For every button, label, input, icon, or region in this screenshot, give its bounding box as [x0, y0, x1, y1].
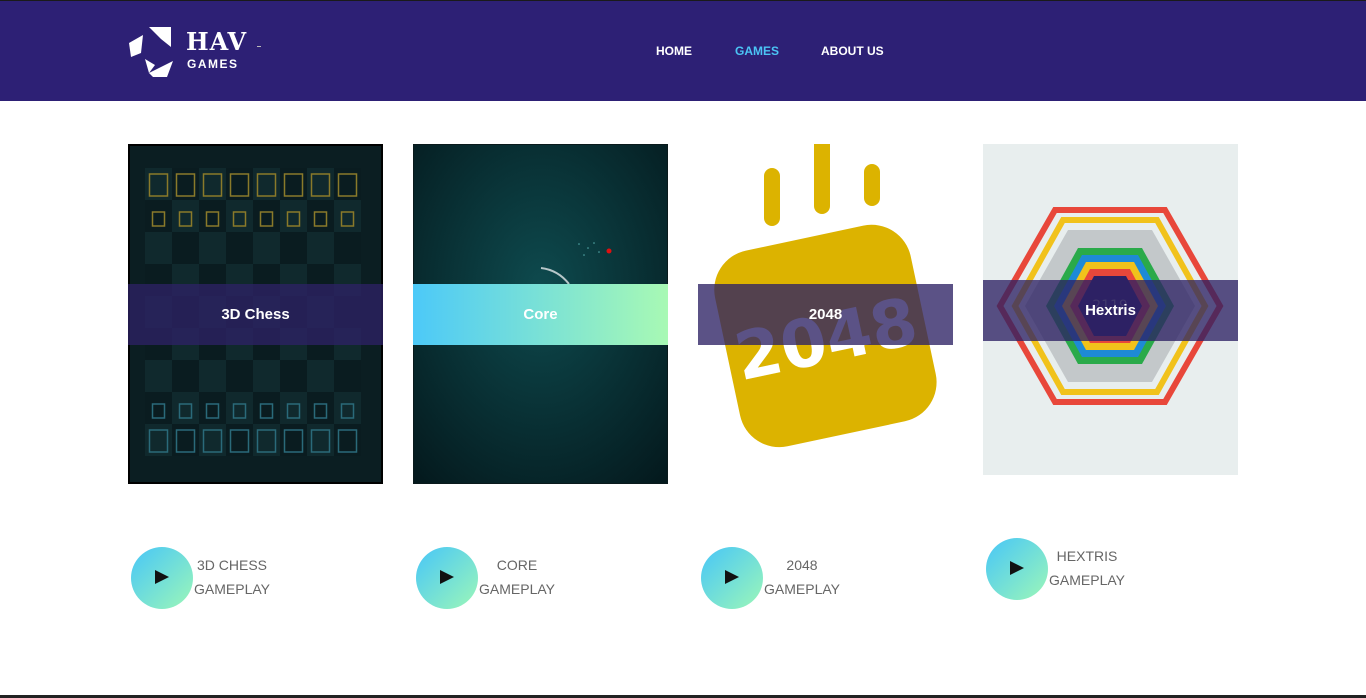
gameplay-title[interactable]: 3D CHESS: [187, 557, 277, 573]
chess-square: [145, 360, 172, 392]
chess-square: [253, 360, 280, 392]
game-card-label: Core: [413, 284, 668, 345]
chess-square: [307, 232, 334, 264]
gameplay-subtitle[interactable]: GAMEPLAY: [1042, 572, 1132, 588]
chess-square: [145, 392, 172, 424]
nav-games[interactable]: GAMES: [735, 44, 779, 58]
game-card-label: Hextris: [983, 280, 1238, 341]
game-card-2048[interactable]: 2048 2048: [698, 144, 953, 454]
chess-square: [334, 392, 361, 424]
game-card-label: 3D Chess: [128, 284, 383, 345]
gameplay-subtitle[interactable]: GAMEPLAY: [187, 581, 277, 597]
chess-square: [253, 200, 280, 232]
chess-square: [334, 200, 361, 232]
gameplay-subtitle[interactable]: GAMEPLAY: [757, 581, 847, 597]
play-icon: [155, 570, 169, 584]
chess-square: [334, 232, 361, 264]
chess-square: [280, 200, 307, 232]
chess-square: [199, 392, 226, 424]
chess-square: [307, 392, 334, 424]
nav-home[interactable]: HOME: [656, 44, 692, 58]
chess-square: [172, 360, 199, 392]
chess-square: [145, 200, 172, 232]
chess-square: [280, 232, 307, 264]
play-button[interactable]: [701, 547, 763, 609]
chess-square: [172, 200, 199, 232]
chess-square: [280, 360, 307, 392]
chess-square: [334, 360, 361, 392]
gameplay-link-2048[interactable]: 2048 GAMEPLAY: [701, 547, 901, 609]
chess-square: [199, 200, 226, 232]
game-card-3d-chess[interactable]: 3D Chess: [128, 144, 383, 484]
play-icon: [440, 570, 454, 584]
play-button[interactable]: [986, 538, 1048, 600]
gameplay-link-hextris[interactable]: HEXTRIS GAMEPLAY: [986, 538, 1186, 600]
chess-square: [226, 392, 253, 424]
game-card-hextris[interactable]: 2119 Hextris: [983, 144, 1238, 475]
chess-square: [199, 232, 226, 264]
game-card-label: 2048: [698, 284, 953, 345]
chess-square: [226, 200, 253, 232]
play-icon: [1010, 561, 1024, 575]
gameplay-subtitle[interactable]: GAMEPLAY: [472, 581, 562, 597]
gameplay-title[interactable]: 2048: [757, 557, 847, 573]
main-nav: HOME GAMES ABOUT US: [0, 44, 1366, 60]
play-button[interactable]: [131, 547, 193, 609]
chess-square: [253, 232, 280, 264]
chess-square: [226, 232, 253, 264]
chess-square: [172, 232, 199, 264]
gameplay-link-core[interactable]: CORE GAMEPLAY: [416, 547, 616, 609]
chess-square: [199, 360, 226, 392]
play-button[interactable]: [416, 547, 478, 609]
chess-square: [307, 200, 334, 232]
gameplay-link-3d-chess[interactable]: 3D CHESS GAMEPLAY: [131, 547, 331, 609]
chess-square: [280, 392, 307, 424]
game-card-core[interactable]: Core: [413, 144, 668, 484]
chess-square: [145, 232, 172, 264]
nav-about-us[interactable]: ABOUT US: [821, 44, 884, 58]
chess-square: [307, 360, 334, 392]
chess-square: [253, 392, 280, 424]
site-header: HAV GAMES HOME GAMES ABOUT US: [0, 0, 1366, 101]
gameplay-title[interactable]: CORE: [472, 557, 562, 573]
chess-square: [172, 392, 199, 424]
chess-square: [226, 360, 253, 392]
gameplay-title[interactable]: HEXTRIS: [1042, 548, 1132, 564]
play-icon: [725, 570, 739, 584]
